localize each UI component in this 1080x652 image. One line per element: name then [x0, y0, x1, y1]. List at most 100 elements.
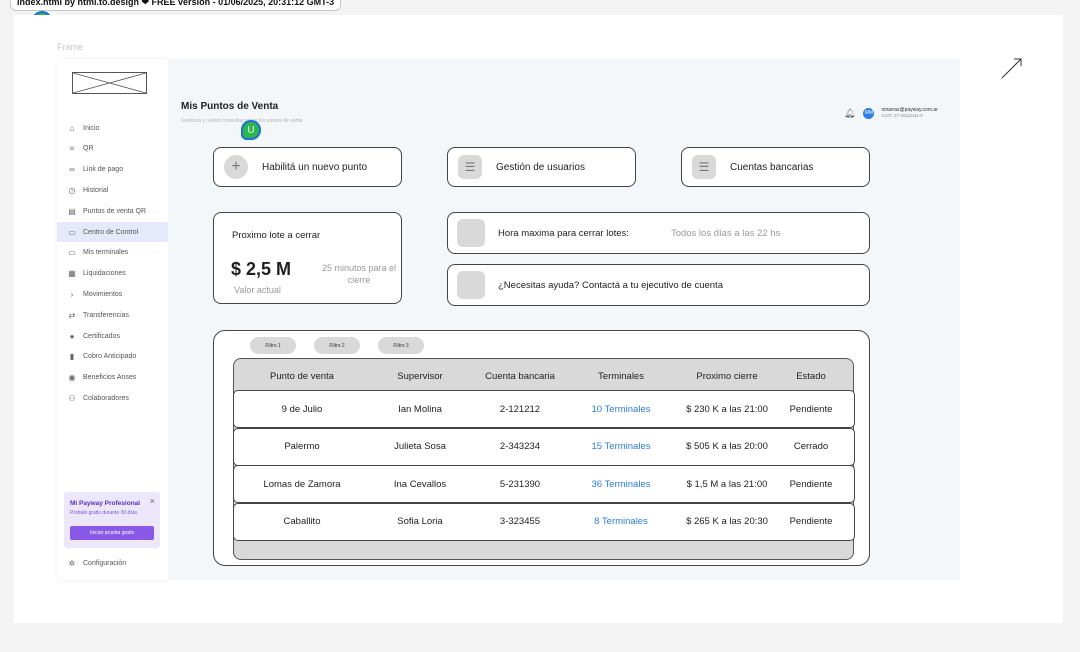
- sidebar-item-label: Historial: [83, 186, 109, 194]
- sidebar-item-configuracion[interactable]: ✲ Configuración: [57, 553, 168, 573]
- sidebar-item-historial[interactable]: ◷ Historial: [57, 180, 168, 200]
- filter-chip[interactable]: Filtro 1: [250, 337, 296, 354]
- column-header[interactable]: Cuenta bancaria: [470, 371, 570, 382]
- new-point-button[interactable]: + Habilitá un nuevo punto: [213, 147, 402, 187]
- table-cell: 2-343234: [499, 441, 541, 452]
- terminal-icon: ▭: [68, 248, 76, 258]
- user-management-button[interactable]: ☰ Gestión de usuarios: [447, 147, 636, 187]
- promo-title: Mi Payway Profesional: [70, 500, 141, 507]
- sidebar-item-certificados[interactable]: ● Certificados: [57, 326, 168, 346]
- close-icon[interactable]: ×: [150, 496, 155, 506]
- sidebar-item-label: Colaboradores: [83, 394, 129, 402]
- promo-card: Mi Payway Profesional Probalo gratis dur…: [64, 492, 160, 548]
- action-label: Cuentas bancarias: [730, 161, 814, 173]
- sidebar-item-puntos-de-venta-qr[interactable]: ▤ Puntos de venta QR: [57, 201, 168, 221]
- terminals-link[interactable]: 10 Terminales: [570, 404, 672, 415]
- bank-accounts-button[interactable]: ☰ Cuentas bancarias: [681, 147, 870, 187]
- user-cuit: CUIT: 27-26111111-9: [881, 113, 923, 118]
- next-batch-card: Proximo lote a cerrar $ 2,5 M Valor actu…: [213, 212, 402, 304]
- user-menu[interactable]: 🔔︎ MM xmarraz@payway.com.ar CUIT: 27-261…: [844, 107, 938, 119]
- info-label: Hora maxima para cerrar lotes:: [498, 227, 629, 239]
- action-label: Habilitá un nuevo punto: [262, 161, 368, 173]
- sidebar-item-cobro-anticipado[interactable]: ▮ Cobro Anticipado: [57, 347, 168, 367]
- table-cell: $ 265 K a las 20:30: [686, 516, 768, 527]
- table-cell: $ 1,5 M a las 21:00: [686, 478, 768, 490]
- qr-icon: ⌗: [69, 143, 75, 153]
- table-header: Punto de venta Supervisor Cuenta bancari…: [234, 359, 855, 393]
- transfer-icon: ⇄: [68, 310, 76, 320]
- table-cell: Ina Cevallos: [393, 478, 447, 490]
- table-cell: Palermo: [284, 441, 320, 452]
- sidebar-item-label: Movimientos: [83, 290, 123, 298]
- next-batch-amount-caption: Valor actual: [234, 285, 281, 295]
- table-cell: Julieta Sosa: [394, 441, 446, 452]
- filter-chip[interactable]: Filtro 2: [314, 337, 360, 354]
- sidebar-item-link-de-pago[interactable]: ∞ Link de pago: [57, 160, 168, 180]
- column-header[interactable]: Supervisor: [370, 371, 470, 382]
- sidebar-item-liquidaciones[interactable]: ▦ Liquidaciones: [57, 264, 168, 284]
- link-icon: ∞: [69, 165, 75, 175]
- store-icon: ▤: [68, 206, 76, 216]
- sidebar-item-transferencias[interactable]: ⇄ Transferencias: [57, 305, 168, 325]
- info-value: Todos los días a las 22 hs: [670, 227, 781, 239]
- table-row[interactable]: Palermo Julieta Sosa 2-343234 15 Terminales…: [233, 427, 855, 466]
- control-icon: ▭: [68, 227, 76, 237]
- sidebar-item-label: Link de pago: [83, 166, 124, 174]
- sidebar-item-colaboradores[interactable]: ⚇ Colaboradores: [57, 388, 168, 408]
- terminals-link[interactable]: 36 Terminales: [570, 479, 672, 490]
- next-batch-amount: $ 2,5 M: [231, 259, 292, 279]
- placeholder-icon: [457, 219, 485, 247]
- sidebar-item-label: Mis terminales: [83, 249, 129, 257]
- column-header[interactable]: Punto de venta: [234, 371, 370, 382]
- start-trial-button[interactable]: Iniciar prueba gratis: [70, 526, 154, 540]
- terminals-link[interactable]: 8 Terminales: [570, 516, 672, 527]
- sidebar-item-label: Configuración: [83, 559, 127, 567]
- table-row[interactable]: Lomas de Zamora Ina Cevallos 5-231390 36 Te…: [233, 465, 855, 503]
- receipt-icon: ▦: [68, 269, 76, 279]
- logo-placeholder: [72, 72, 147, 94]
- table-cell: Lomas de Zamora: [263, 478, 341, 490]
- sidebar-item-inicio[interactable]: ⌂ Inicio: [57, 118, 168, 138]
- list-icon: ☰: [692, 155, 716, 179]
- column-header[interactable]: Estado: [782, 371, 840, 382]
- points-table-card: Filtro 1 Filtro 2 Filtro 3 Punto de vent…: [213, 330, 870, 566]
- next-batch-title: Proximo lote a cerrar: [232, 230, 321, 241]
- table-cell: 2-121212: [499, 403, 541, 415]
- sidebar-item-centro-de-control[interactable]: ▭ Centro de Control: [57, 222, 168, 242]
- table-row[interactable]: 9 de Julio Ian Molina 2-121212 10 Terminale…: [233, 390, 855, 428]
- filter-chip[interactable]: Filtro 3: [378, 337, 424, 354]
- sidebar-item-label: Liquidaciones: [83, 270, 126, 278]
- image-placeholder-icon: [72, 72, 147, 94]
- export-banner: index.html by html.to.design ❤ FREE vers…: [10, 0, 342, 11]
- column-header[interactable]: Proximo cierre: [672, 371, 782, 382]
- sidebar-item-label: Transferencias: [83, 311, 130, 319]
- avatar: MM: [863, 107, 875, 119]
- max-close-time-card: Hora maxima para cerrar lotes: Todos los…: [447, 212, 870, 254]
- page-subtitle: Gestioná y realizá consultas sobre tus p…: [181, 118, 303, 124]
- sidebar-item-mis-terminales[interactable]: ▭ Mis terminales: [57, 243, 168, 263]
- document-icon: ▮: [69, 352, 75, 362]
- column-header[interactable]: Terminales: [570, 371, 672, 382]
- sidebar-item-label: Inicio: [83, 124, 100, 132]
- sidebar-item-label: Certificados: [83, 332, 120, 340]
- certificate-icon: ●: [69, 331, 75, 341]
- sidebar: ⌂ Inicio ⌗ QR ∞ Link de pago ◷ Historial ▤ Puntos…: [57, 59, 168, 580]
- collaborator-cursor-badge: U: [241, 120, 261, 140]
- sidebar-item-movimientos[interactable]: › Movimientos: [57, 284, 168, 304]
- terminals-link[interactable]: 15 Terminales: [570, 441, 672, 452]
- expand-arrow-icon[interactable]: [1000, 56, 1024, 80]
- benefit-icon: ◉: [68, 373, 76, 383]
- list-icon: ☰: [458, 155, 482, 179]
- sidebar-item-beneficios-anses[interactable]: ◉ Beneficios Anses: [57, 368, 168, 388]
- frame-label: Frame: [57, 42, 84, 52]
- sidebar-item-qr[interactable]: ⌗ QR: [57, 139, 168, 159]
- page-title: Mis Puntos de Venta: [181, 101, 279, 112]
- table-row[interactable]: Caballito Sofia Loria 3-323455 8 Terminales…: [233, 502, 855, 541]
- table-cell: $ 505 K a las 20:00: [686, 441, 768, 452]
- bell-icon[interactable]: 🔔︎: [844, 108, 855, 119]
- promo-subtitle: Probalo gratis durante 30 días.: [70, 510, 139, 516]
- filter-bar: Filtro 1 Filtro 2 Filtro 3: [250, 337, 442, 354]
- table-cell: Ian Molina: [398, 403, 442, 415]
- table-cell: Caballito: [283, 516, 321, 527]
- help-card[interactable]: ¿Necesitas ayuda? Contactá a tu ejecutiv…: [447, 264, 870, 306]
